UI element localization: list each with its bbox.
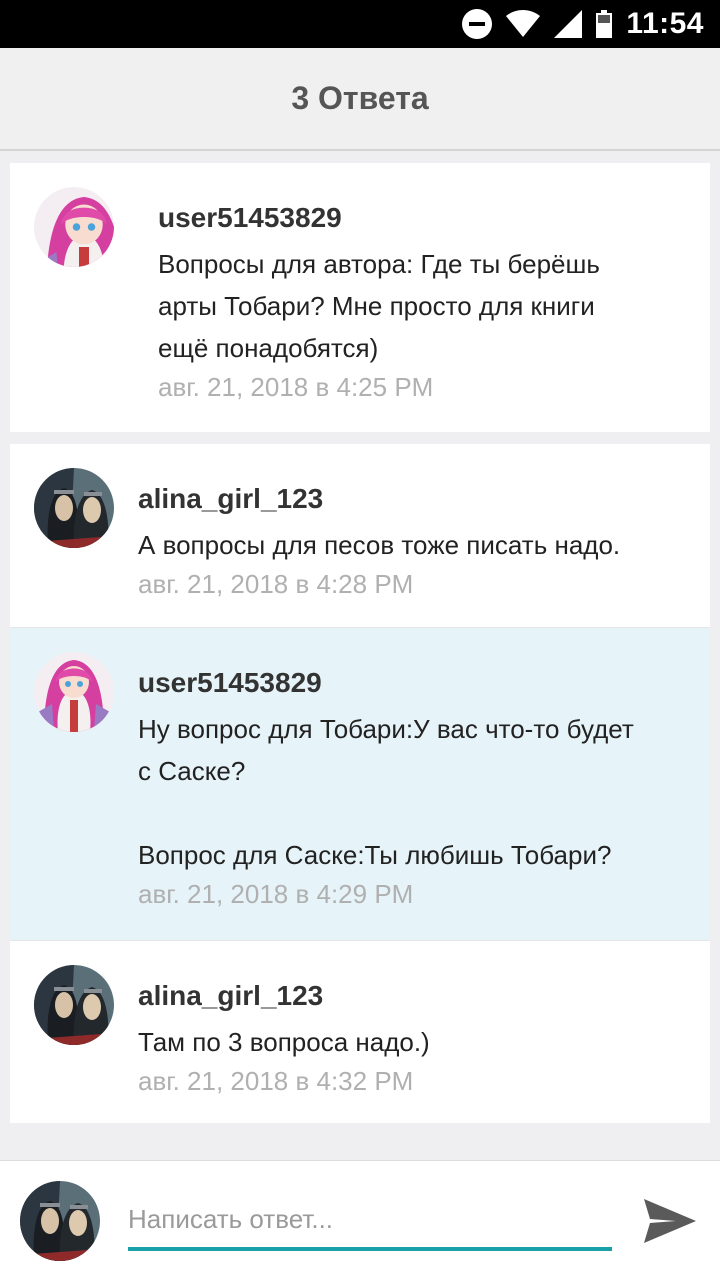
- comment-text: А вопросы для песов тоже писать надо.: [138, 530, 621, 560]
- comment-author[interactable]: user51453829: [158, 201, 688, 235]
- reply-composer: [0, 1160, 720, 1280]
- comment-author[interactable]: user51453829: [138, 666, 698, 700]
- comment-card[interactable]: alina_girl_123 Там по 3 вопроса надо.) а…: [10, 940, 710, 1123]
- page-title: 3 Ответа: [291, 80, 429, 116]
- battery-icon: [596, 10, 613, 38]
- avatar[interactable]: [34, 187, 114, 267]
- wifi-icon: [506, 10, 541, 38]
- comment-list: user51453829 Вопросы для автора: Где ты …: [10, 163, 710, 1123]
- comment-author[interactable]: alina_girl_123: [138, 979, 698, 1013]
- comment-time: авг. 21, 2018 в 4:29 PM: [138, 879, 414, 909]
- do-not-disturb-icon: [462, 9, 493, 39]
- comment-text: Там по 3 вопроса надо.): [138, 1027, 430, 1057]
- avatar[interactable]: [34, 652, 114, 732]
- my-avatar: [20, 1181, 100, 1261]
- send-button[interactable]: [640, 1191, 700, 1251]
- comment-card[interactable]: user51453829 Вопросы для автора: Где ты …: [10, 163, 710, 432]
- avatar[interactable]: [34, 965, 114, 1045]
- comment-time: авг. 21, 2018 в 4:28 PM: [138, 569, 414, 599]
- comment-card[interactable]: alina_girl_123 А вопросы для песов тоже …: [10, 444, 710, 627]
- comment-time: авг. 21, 2018 в 4:32 PM: [138, 1066, 414, 1096]
- clock: 11:54: [626, 7, 704, 40]
- reply-input[interactable]: [128, 1199, 612, 1251]
- comment-card-highlighted[interactable]: user51453829 Ну вопрос для Тобари:У вас …: [10, 627, 710, 940]
- comment-text: Вопросы для автора: Где ты берёшь арты Т…: [158, 249, 600, 363]
- status-bar: 11:54: [0, 0, 720, 48]
- comment-author[interactable]: alina_girl_123: [138, 482, 698, 516]
- send-icon: [644, 1199, 696, 1243]
- avatar[interactable]: [34, 468, 114, 548]
- signal-icon: [554, 10, 583, 38]
- comment-time: авг. 21, 2018 в 4:25 PM: [158, 372, 434, 402]
- comment-text: Ну вопрос для Тобари:У вас что-то будет …: [138, 714, 634, 870]
- app-bar: 3 Ответа: [0, 48, 720, 151]
